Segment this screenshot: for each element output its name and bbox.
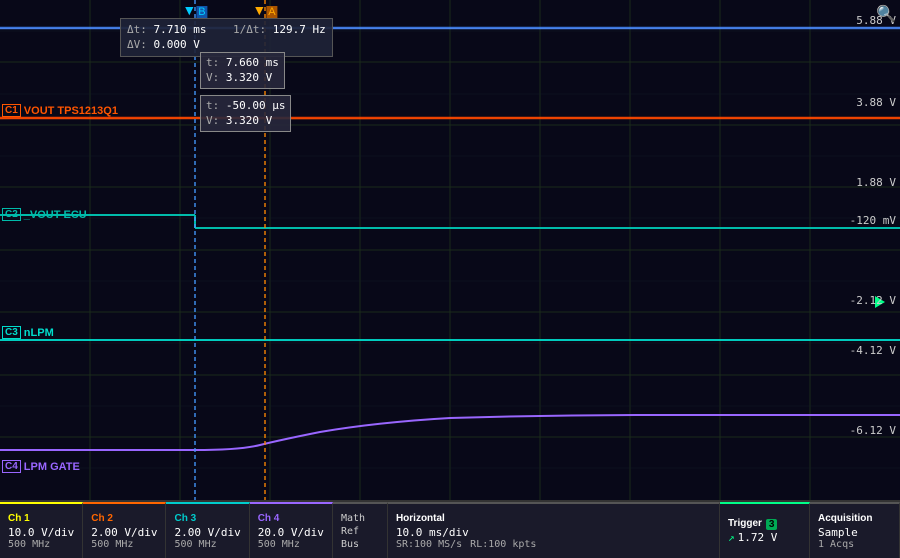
- acquisition-settings[interactable]: Acquisition Sample 1 Acqs: [810, 502, 900, 558]
- horizontal-sr: SR:100 MS/s: [396, 539, 462, 550]
- ch3-vdiv: 2.00 V/div: [174, 526, 240, 539]
- voltage-label-5: -2.12 V: [850, 294, 896, 307]
- trigger-settings[interactable]: Trigger 3 ↗ 1.72 V: [720, 502, 810, 558]
- ch3-settings[interactable]: Ch 3 2.00 V/div 500 MHz: [166, 502, 249, 558]
- ch3-title: Ch 3: [174, 513, 240, 524]
- horizontal-tpdiv: 10.0 ms/div: [396, 526, 711, 539]
- ch3-label: C3 nLPM: [2, 326, 54, 339]
- ch1-title: Ch 1: [8, 513, 74, 524]
- ch2-name: _VOUT ECU: [24, 209, 87, 221]
- delta-t-value: 7.710 ms: [154, 23, 207, 36]
- ch4-settings[interactable]: Ch 4 20.0 V/div 500 MHz: [250, 502, 333, 558]
- bottom-bar: Ch 1 10.0 V/div 500 MHz Ch 2 2.00 V/div …: [0, 500, 900, 558]
- cursor-a-voltage: 3.320 V: [226, 114, 272, 127]
- ch2-settings[interactable]: Ch 2 2.00 V/div 500 MHz: [83, 502, 166, 558]
- voltage-label-7: -6.12 V: [850, 424, 896, 437]
- ch3-bw: 500 MHz: [174, 539, 240, 550]
- ch1-name: VOUT TPS1213Q1: [24, 105, 118, 117]
- acquisition-title: Acquisition: [818, 513, 891, 524]
- trigger-arrow-icon: ↗: [728, 531, 735, 544]
- inv-delta-value: 129.7 Hz: [273, 23, 326, 36]
- search-icon[interactable]: 🔍: [876, 4, 896, 24]
- cursor-b-voltage: 3.320 V: [226, 71, 272, 84]
- ch4-bw: 500 MHz: [258, 539, 324, 550]
- ch2-bw: 500 MHz: [91, 539, 157, 550]
- voltage-label-4: -120 mV: [850, 214, 896, 227]
- cursor-b-time: 7.660 ms: [226, 56, 279, 69]
- acquisition-acqs: 1 Acqs: [818, 539, 891, 550]
- ch2-vdiv: 2.00 V/div: [91, 526, 157, 539]
- trigger-level: 1.72 V: [738, 531, 778, 544]
- math-ref-bus[interactable]: Math Ref Bus: [333, 502, 388, 558]
- ch2-title: Ch 2: [91, 513, 157, 524]
- cursor-a-time: -50.00 µs: [226, 99, 286, 112]
- delta-measurement-box: Δt: 7.710 ms 1/Δt: 129.7 Hz ΔV: 0.000 V: [120, 18, 333, 57]
- ch1-id: C1: [2, 104, 21, 117]
- ch4-title: Ch 4: [258, 513, 324, 524]
- ch1-label: C1 VOUT TPS1213Q1: [2, 104, 118, 117]
- cursor-a-marker: ▼A: [252, 2, 277, 18]
- ch4-id: C4: [2, 460, 21, 473]
- ch3-id: C3: [2, 326, 21, 339]
- acquisition-mode: Sample: [818, 526, 891, 539]
- ch1-vdiv: 10.0 V/div: [8, 526, 74, 539]
- ch4-vdiv: 20.0 V/div: [258, 526, 324, 539]
- cursor-b-tooltip: t: 7.660 ms V: 3.320 V: [200, 52, 285, 89]
- ch2-id: C2: [2, 208, 21, 221]
- voltage-label-2: 3.88 V: [856, 96, 896, 109]
- ch2-label: C2 _VOUT ECU: [2, 208, 87, 221]
- ch4-name: LPM GATE: [24, 461, 80, 473]
- ch4-label: C4 LPM GATE: [2, 460, 80, 473]
- horizontal-title: Horizontal: [396, 513, 711, 524]
- math-ref-bus-label: Math Ref Bus: [341, 512, 379, 551]
- ch1-settings[interactable]: Ch 1 10.0 V/div 500 MHz: [0, 502, 83, 558]
- horizontal-rl: RL:100 kpts: [470, 539, 536, 550]
- scope-grid: [0, 0, 900, 500]
- voltage-label-6: -4.12 V: [850, 344, 896, 357]
- cursor-b-marker: ▼B: [182, 2, 207, 18]
- ch1-bw: 500 MHz: [8, 539, 74, 550]
- trigger-title: Trigger: [728, 518, 762, 529]
- scope-screen: ▼B ▼A Δt: 7.710 ms 1/Δt: 129.7 Hz ΔV: 0.…: [0, 0, 900, 500]
- delta-v-value: 0.000 V: [154, 38, 200, 51]
- ch3-name: nLPM: [24, 327, 54, 339]
- horizontal-settings[interactable]: Horizontal 10.0 ms/div SR:100 MS/s RL:10…: [388, 502, 720, 558]
- cursor-a-tooltip: t: -50.00 µs V: 3.320 V: [200, 95, 291, 132]
- trigger-channel: 3: [766, 519, 778, 530]
- voltage-label-3: 1.88 V: [856, 176, 896, 189]
